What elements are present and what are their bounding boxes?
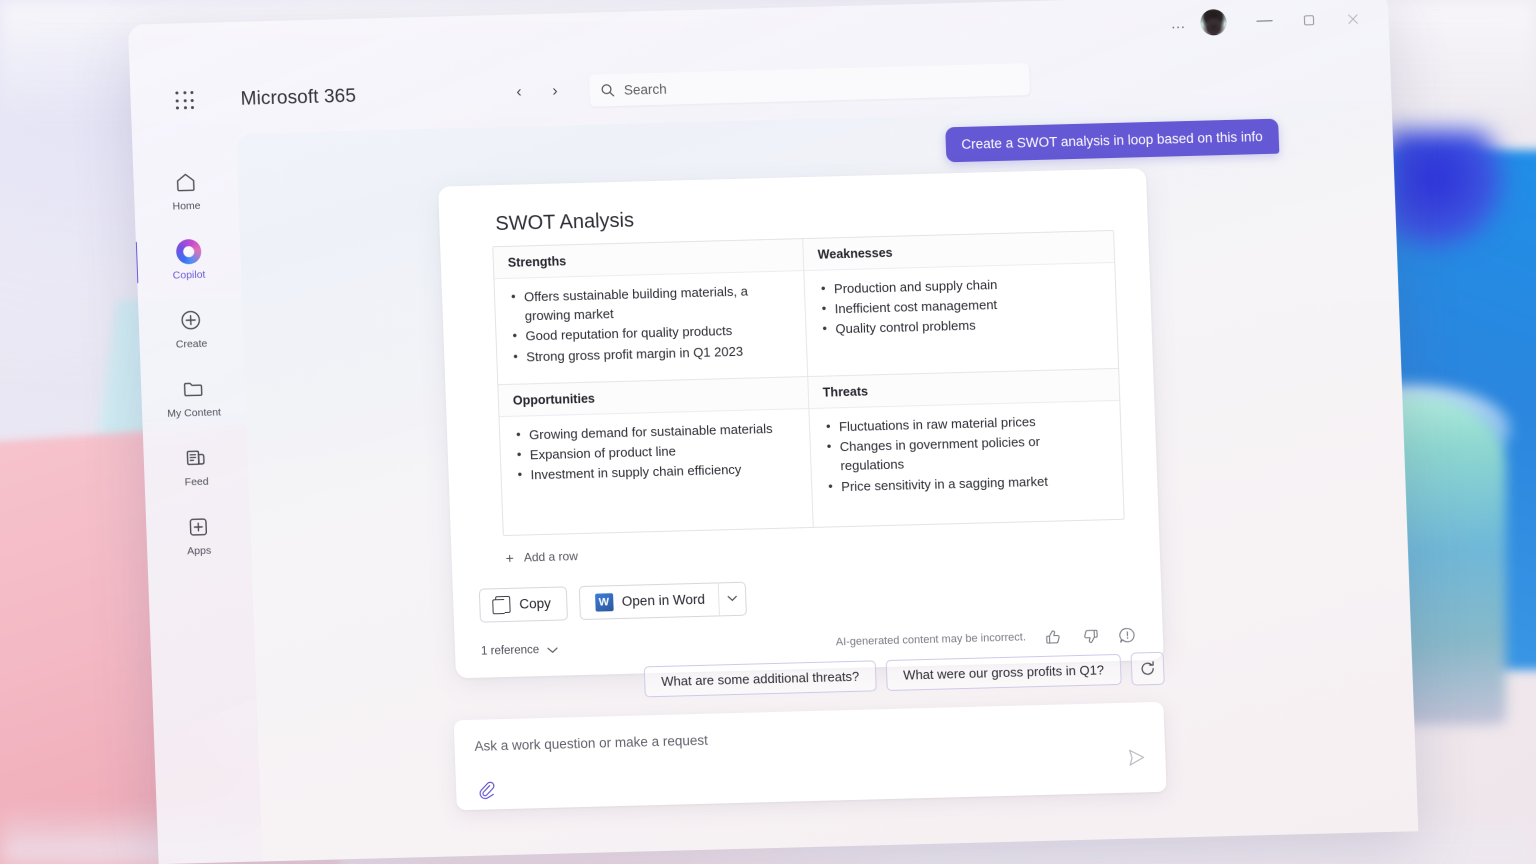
sidebar-item-label: Create bbox=[175, 337, 208, 351]
word-icon: W bbox=[594, 593, 614, 612]
search-input[interactable]: Search bbox=[589, 63, 1031, 107]
quadrant-body: Fluctuations in raw material prices Chan… bbox=[809, 401, 1123, 527]
composer-placeholder: Ask a work question or make a request bbox=[474, 732, 709, 754]
send-button[interactable] bbox=[1125, 746, 1148, 769]
chevron-down-icon bbox=[547, 647, 558, 653]
close-button[interactable] bbox=[1330, 3, 1375, 34]
reference-toggle[interactable]: 1 reference bbox=[481, 644, 559, 658]
swot-quadrant-threats: Threats Fluctuations in raw material pri… bbox=[808, 368, 1123, 527]
report-icon[interactable] bbox=[1118, 625, 1138, 644]
copy-label: Copy bbox=[519, 596, 552, 613]
list-item: Changes in government policies or regula… bbox=[824, 430, 1107, 476]
sidebar-item-copilot[interactable]: Copilot bbox=[133, 237, 228, 284]
window-chrome: … — Microsoft 365 ‹ › Search Home Copilo… bbox=[127, 0, 1419, 864]
thumbs-down-icon[interactable] bbox=[1081, 626, 1101, 645]
app-window: … — Microsoft 365 ‹ › Search Home Copilo… bbox=[127, 0, 1419, 864]
attach-button[interactable] bbox=[476, 779, 497, 800]
avatar[interactable] bbox=[1200, 8, 1227, 36]
add-row-label: Add a row bbox=[523, 549, 579, 565]
card-actions: Copy W Open in Word bbox=[478, 571, 1136, 623]
sidebar-item-label: Apps bbox=[187, 544, 212, 558]
sidebar-item-my-content[interactable]: My Content bbox=[155, 375, 233, 420]
feedback-controls bbox=[1044, 625, 1138, 646]
swot-quadrant-weaknesses: Weaknesses Production and supply chain I… bbox=[803, 230, 1119, 377]
search-icon bbox=[601, 84, 615, 97]
ai-disclaimer: AI-generated content may be incorrect. bbox=[835, 631, 1027, 649]
open-in-word-dropdown-button[interactable] bbox=[717, 581, 747, 617]
swot-quadrant-opportunities: Opportunities Growing demand for sustain… bbox=[498, 376, 814, 535]
back-button[interactable]: ‹ bbox=[506, 79, 533, 106]
thumbs-up-icon[interactable] bbox=[1044, 627, 1064, 646]
maximize-icon bbox=[1303, 14, 1314, 25]
suggestion-chip[interactable]: What are some additional threats? bbox=[643, 660, 877, 698]
feed-icon bbox=[182, 445, 209, 472]
sidebar-item-label: Feed bbox=[184, 475, 209, 489]
answer-card: SWOT Analysis Strengths Offers sustainab… bbox=[438, 168, 1164, 679]
copy-button[interactable]: Copy bbox=[478, 586, 568, 623]
folder-icon bbox=[180, 376, 207, 403]
swot-title: SWOT Analysis bbox=[495, 209, 635, 236]
quadrant-body: Offers sustainable building materials, a… bbox=[494, 271, 807, 384]
swot-table: Strengths Offers sustainable building ma… bbox=[492, 229, 1125, 536]
quadrant-body: Production and supply chain Inefficient … bbox=[804, 263, 1118, 375]
add-row-button[interactable]: + Add a row bbox=[505, 533, 1133, 566]
chevron-down-icon bbox=[727, 596, 737, 602]
sidebar-item-home[interactable]: Home bbox=[147, 168, 225, 213]
sidebar-item-apps[interactable]: Apps bbox=[160, 513, 238, 558]
nav-arrows: ‹ › bbox=[506, 78, 569, 106]
copilot-content-surface: Create a SWOT analysis in loop based on … bbox=[235, 103, 1419, 862]
more-options-button[interactable]: … bbox=[1156, 8, 1201, 39]
open-in-word-label: Open in Word bbox=[621, 592, 706, 610]
close-icon bbox=[1347, 13, 1358, 24]
copilot-icon bbox=[175, 238, 202, 265]
search-placeholder: Search bbox=[623, 81, 667, 98]
composer[interactable]: Ask a work question or make a request bbox=[453, 701, 1167, 811]
open-in-word-button[interactable]: W Open in Word bbox=[578, 582, 719, 621]
copy-icon bbox=[495, 596, 511, 614]
minimize-button[interactable]: — bbox=[1242, 5, 1287, 36]
page-title: Microsoft 365 bbox=[240, 85, 357, 110]
sidebar-item-label: Copilot bbox=[172, 268, 206, 282]
sidebar-item-label: Home bbox=[172, 199, 201, 213]
footer-right: AI-generated content may be incorrect. bbox=[835, 625, 1137, 652]
sidebar-item-create[interactable]: Create bbox=[152, 306, 230, 351]
sidebar-item-label: My Content bbox=[167, 406, 222, 420]
background-shape-blue-dot bbox=[1386, 130, 1506, 250]
refresh-suggestions-button[interactable] bbox=[1130, 651, 1165, 686]
open-in-word-split-button: W Open in Word bbox=[578, 581, 747, 621]
suggestion-chip[interactable]: What were our gross profits in Q1? bbox=[885, 653, 1122, 692]
plus-icon: + bbox=[505, 549, 515, 566]
create-plus-circle-icon bbox=[177, 307, 204, 334]
quadrant-body: Growing demand for sustainable materials… bbox=[499, 409, 812, 535]
app-launcher-icon[interactable] bbox=[174, 90, 197, 113]
apps-plus-square-icon bbox=[185, 514, 212, 541]
list-item: Offers sustainable building materials, a… bbox=[509, 280, 791, 326]
sidebar-item-feed[interactable]: Feed bbox=[157, 444, 235, 489]
reference-label: 1 reference bbox=[480, 644, 540, 659]
user-message-bubble: Create a SWOT analysis in loop based on … bbox=[944, 118, 1280, 163]
maximize-button[interactable] bbox=[1286, 4, 1331, 35]
send-icon bbox=[1129, 749, 1145, 766]
forward-button[interactable]: › bbox=[541, 78, 568, 105]
paperclip-icon bbox=[479, 781, 495, 800]
home-icon bbox=[172, 169, 199, 196]
refresh-icon bbox=[1141, 661, 1154, 675]
swot-quadrant-strengths: Strengths Offers sustainable building ma… bbox=[493, 239, 809, 386]
